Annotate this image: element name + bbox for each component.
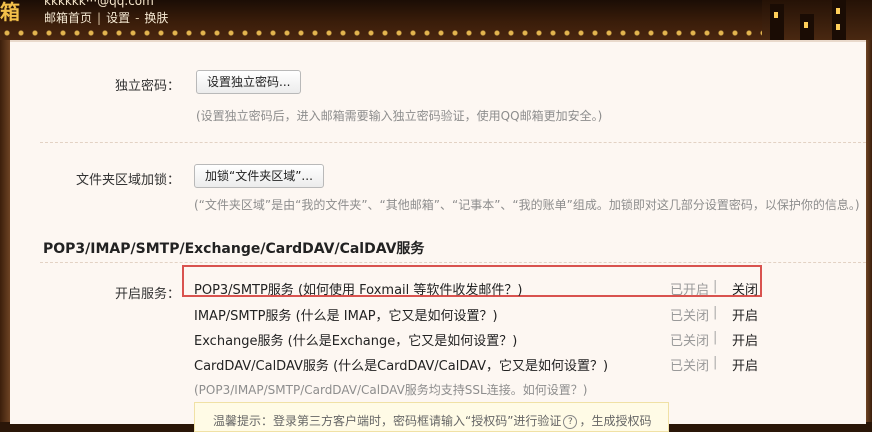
service-help-link[interactable]: (什么是 IMAP，它又是如何设置？) (296, 309, 498, 324)
service-help-link[interactable]: (如何使用 Foxmail 等软件收发邮件？) (298, 283, 523, 298)
mail-logo: 箱 (0, 0, 20, 24)
account-address: kkkkkk···@qq.com (44, 0, 154, 8)
folder-lock-label: 文件夹区域加锁： (75, 173, 180, 188)
section-title: POP3/IMAP/SMTP/Exchange/CardDAV/CalDAV服务 (43, 241, 425, 257)
status-separator: | (713, 305, 718, 320)
service-name: IMAP/SMTP服务 (什么是 IMAP，它又是如何设置？) (194, 309, 498, 324)
service-name: Exchange服务 (什么是Exchange，它又是如何设置？) (194, 334, 518, 349)
castle-decoration (762, 0, 872, 40)
nav-mail-home[interactable]: 邮箱首页 (44, 11, 92, 25)
left-border-decoration (0, 40, 10, 422)
service-row-pop3: POP3/SMTP服务 (如何使用 Foxmail 等软件收发邮件？) 已开启 … (194, 275, 774, 299)
service-name: CardDAV/CalDAV服务 (什么是CardDAV/CalDAV，它又是如… (194, 359, 609, 374)
nav-separator: - (135, 11, 140, 25)
settings-panel: 独立密码： 设置独立密码... (设置独立密码后，进入邮箱需要输入独立密码验证，… (10, 40, 866, 432)
status-separator: | (713, 330, 718, 345)
lock-folder-area-button[interactable]: 加锁“文件夹区域”... (194, 164, 324, 188)
status-separator: | (713, 355, 718, 370)
service-row-caldav: CardDAV/CalDAV服务 (什么是CardDAV/CalDAV，它又是如… (194, 351, 774, 375)
service-help-link[interactable]: (什么是CardDAV/CalDAV，它又是如何设置？) (333, 359, 608, 374)
tip-box: 温馨提示：登录第三方客户端时，密码框请输入“授权码”进行验证? ，生成授权码 (194, 402, 669, 432)
service-status: 已关闭 (670, 334, 710, 349)
header-band: 箱 kkkkkk···@qq.com 邮箱首页 | 设置 - 换肤 (0, 0, 872, 40)
set-independent-password-button[interactable]: 设置独立密码... (196, 70, 302, 94)
independent-password-hint: (设置独立密码后，进入邮箱需要输入独立密码验证，使用QQ邮箱更加安全。) (196, 109, 603, 123)
top-nav: 邮箱首页 | 设置 - 换肤 (44, 9, 168, 26)
ssl-note[interactable]: (POP3/IMAP/SMTP/CardDAV/CalDAV服务均支持SSL连接… (194, 381, 587, 398)
enable-caldav-link[interactable]: 开启 (732, 355, 758, 374)
right-border-decoration (866, 40, 872, 422)
enable-imap-link[interactable]: 开启 (732, 305, 758, 324)
service-status: 已开启 (670, 283, 710, 298)
service-help-link[interactable]: (什么是Exchange，它又是如何设置？) (288, 334, 518, 349)
nav-settings[interactable]: 设置 (106, 11, 130, 25)
status-separator: | (713, 279, 718, 294)
disable-pop3-link[interactable]: 关闭 (732, 279, 758, 298)
tip-text: 温馨提示：登录第三方客户端时，密码框请输入“授权码”进行验证? ，生成授权码 (213, 414, 652, 429)
divider (40, 262, 866, 263)
nav-separator: | (97, 11, 102, 25)
string-lights-decoration (0, 28, 872, 38)
divider (40, 142, 866, 143)
service-status: 已关闭 (670, 359, 710, 374)
service-row-imap: IMAP/SMTP服务 (什么是 IMAP，它又是如何设置？) 已关闭 | 开启 (194, 301, 774, 325)
nav-skin[interactable]: 换肤 (144, 11, 168, 25)
independent-password-label: 独立密码： (114, 79, 180, 94)
service-name: POP3/SMTP服务 (如何使用 Foxmail 等软件收发邮件？) (194, 283, 523, 298)
folder-lock-hint: (“文件夹区域”是由“我的文件夹”、“其他邮箱”、“记事本”、“我的账单”组成。… (194, 198, 860, 212)
service-status: 已关闭 (670, 309, 710, 324)
enable-exchange-link[interactable]: 开启 (732, 330, 758, 349)
service-row-exchange: Exchange服务 (什么是Exchange，它又是如何设置？) 已关闭 | … (194, 326, 774, 350)
enable-services-label: 开启服务： (114, 287, 180, 302)
